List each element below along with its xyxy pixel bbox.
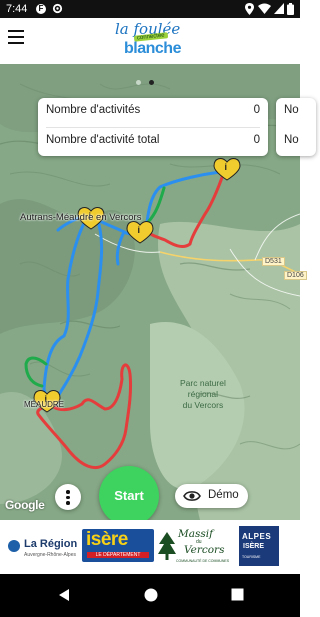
park-label: Parc naturel régional du Vercors [180,378,226,411]
region-name: La Région [24,538,78,550]
google-attribution: Google [5,498,45,512]
wifi-icon [258,3,271,14]
back-icon[interactable] [58,588,70,602]
battery-icon [287,3,294,15]
demo-button[interactable]: Démo [175,484,248,508]
page-dot-active [149,80,154,85]
region-subtitle: Auvergne-Rhône-Alpes [24,552,76,558]
stats-card: Nombre d'activités 0 Nombre d'activité t… [38,98,268,156]
activities-value: 0 [253,104,260,116]
hamburger-menu-icon[interactable] [8,30,24,44]
app-header: la foulée connectée blanche [0,18,300,64]
partner-logos: La Région Auvergne-Rhône-Alpes isère LE … [0,520,300,574]
alpes-isere-logo: ALPES ISÈRE TOURISME [239,526,279,566]
notification-badge-icon: F [36,4,46,14]
alpes-line2: ISÈRE [243,543,265,550]
isere-subtitle: LE DÉPARTEMENT [87,552,149,558]
total-row: Nombre d'activité total 0 [46,134,260,150]
park-line2: régional [187,389,219,399]
stats-divider [46,127,260,128]
page-indicator [136,72,162,90]
start-button[interactable]: Start [99,466,159,526]
app-logo: la foulée connectée blanche [112,20,192,62]
isere-name: isère [86,529,128,550]
next-stats-card[interactable]: No No [276,98,316,156]
total-value: 0 [253,134,260,146]
status-bar: 7:44 F [0,0,300,18]
place-label-autrans: Autrans-Méaudre en Vercors [20,212,142,223]
massif-vercors-logo: Massif du Vercors COMMUNAUTÉ DE COMMUNES [158,528,230,568]
more-vertical-icon [66,490,70,494]
system-nav-bar [0,574,300,617]
svg-text:i: i [138,225,141,235]
activities-row: Nombre d'activités 0 [46,104,260,120]
park-line3: du Vercors [182,400,224,410]
massif-line3: Vercors [184,544,225,556]
status-time: 7:44 [6,3,28,15]
tree-icon [158,532,176,560]
road-label-d106: D106 [284,271,307,280]
alpes-subtitle: TOURISME [242,555,261,559]
demo-label: Démo [208,489,239,501]
total-label: Nombre d'activité total [46,134,160,146]
activities-label: Nombre d'activités [46,104,141,116]
alpes-line1: ALPES [242,532,272,541]
eye-icon [183,491,201,501]
page-dot [136,80,141,85]
location-icon [245,3,254,15]
next-card-label: No [284,104,299,116]
signal-icon [274,3,284,14]
next-card-label: No [284,134,299,146]
region-icon [8,540,20,552]
massif-subtitle: COMMUNAUTÉ DE COMMUNES [176,559,230,563]
isere-logo: isère LE DÉPARTEMENT [82,529,154,562]
place-label-meaudre: MÉAUDRE [24,400,65,409]
home-icon[interactable] [144,588,158,602]
svg-text:i: i [225,162,228,172]
recents-icon[interactable] [231,588,244,601]
logo-line2: blanche [124,40,181,57]
park-line1: Parc naturel [180,378,226,388]
more-options-button[interactable] [55,484,81,510]
road-label-d531: D531 [262,257,285,266]
settings-icon [52,3,63,14]
